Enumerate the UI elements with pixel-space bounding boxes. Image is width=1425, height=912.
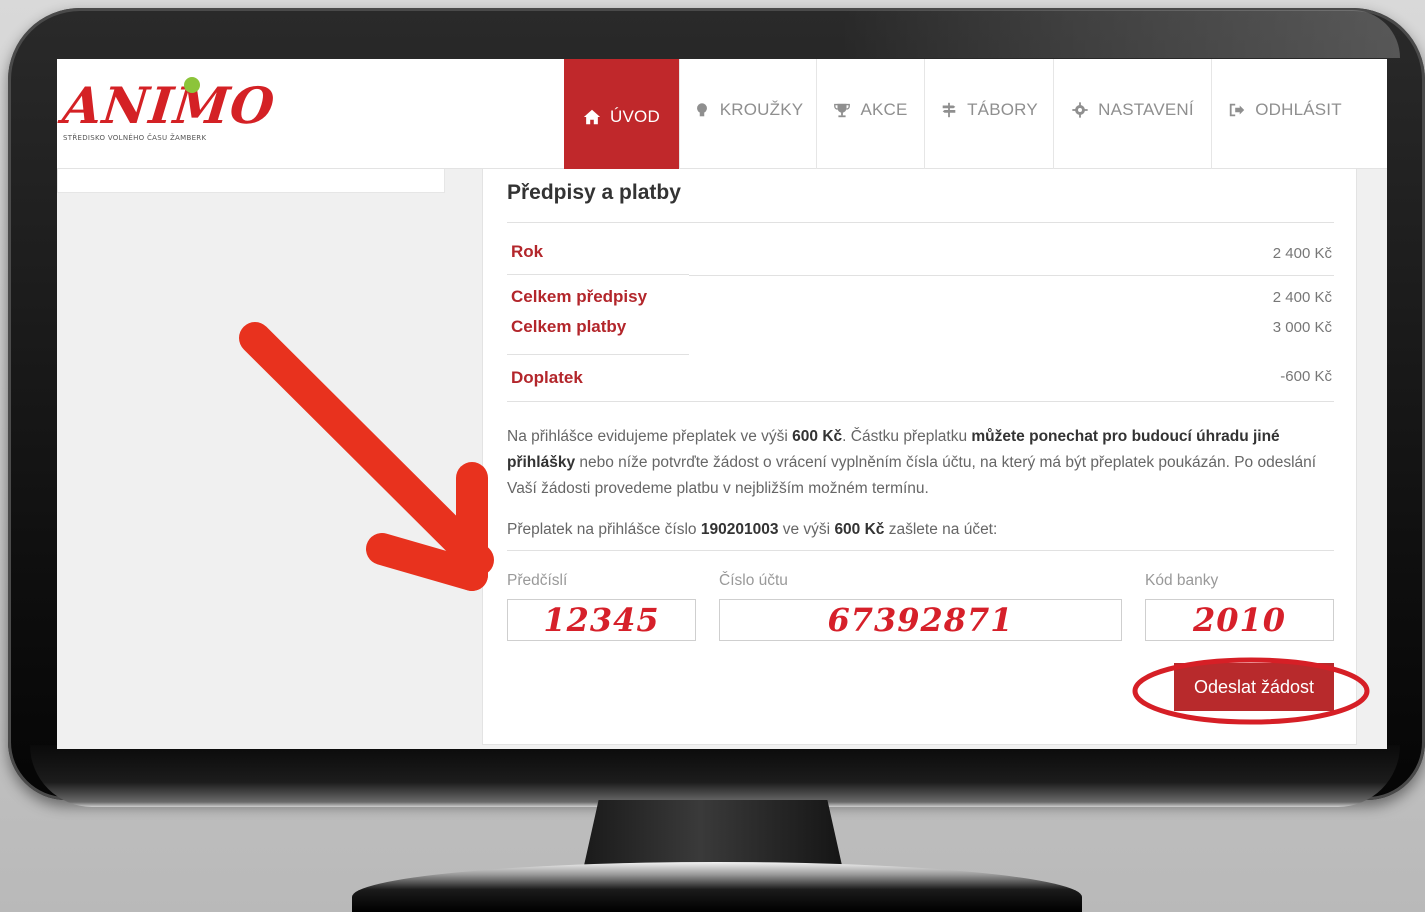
logo-wordmark: ANIMO — [59, 76, 278, 135]
nav-label: ÚVOD — [610, 107, 660, 126]
main-nav: ÚVOD KROUŽKY AKCE TÁBORY NASTAVENÍ ODHLÁ… — [564, 59, 1358, 169]
nav-label: ODHLÁSIT — [1255, 100, 1342, 119]
nav-item-akce[interactable]: AKCE — [816, 59, 924, 169]
monitor-stand-base — [352, 862, 1082, 912]
account-number-input[interactable]: 67392871 — [719, 599, 1122, 641]
row-value-doplatek: -600 Kč — [1280, 368, 1332, 385]
nav-item-odhlasit[interactable]: ODHLÁSIT — [1211, 59, 1358, 169]
site-header: ANIMO STŘEDISKO VOLNÉHO ČASU ŽAMBERK ÚVO… — [57, 59, 1387, 169]
sidebar-strip — [57, 169, 445, 193]
nav-label: AKCE — [860, 100, 908, 119]
nav-item-krouzky[interactable]: KROUŽKY — [679, 59, 816, 169]
row-label-doplatek: Doplatek — [511, 368, 583, 387]
nav-label: TÁBORY — [967, 100, 1038, 119]
prefix-input[interactable]: 12345 — [507, 599, 696, 641]
sign-out-icon — [1228, 101, 1246, 119]
bezel-glare — [840, 10, 1400, 58]
brand-logo[interactable]: ANIMO STŘEDISKO VOLNÉHO ČASU ŽAMBERK — [59, 76, 278, 142]
logo-subtitle: STŘEDISKO VOLNÉHO ČASU ŽAMBERK — [63, 134, 207, 142]
row-value-celkem-predpisy: 2 400 Kč — [1272, 289, 1332, 306]
divider — [507, 401, 1334, 402]
row-label-rok: Rok — [511, 242, 544, 261]
signpost-icon — [940, 101, 958, 119]
monitor-stand-neck — [583, 800, 843, 870]
nav-label: KROUŽKY — [719, 100, 804, 119]
lightbulb-icon — [693, 101, 711, 119]
overpayment-info: Na přihlášce evidujeme přeplatek ve výši… — [507, 428, 1317, 497]
account-number-label: Číslo účtu — [719, 572, 788, 589]
gear-icon — [1071, 101, 1089, 119]
nav-item-tabory[interactable]: TÁBORY — [924, 59, 1053, 169]
bank-code-label: Kód banky — [1145, 572, 1219, 589]
monitor-bottom-rim — [30, 745, 1400, 807]
logo-green-dot — [184, 77, 200, 93]
home-icon — [583, 108, 601, 126]
trophy-icon — [833, 101, 851, 119]
divider — [689, 275, 1334, 276]
row-label-celkem-platby: Celkem platby — [511, 317, 627, 336]
submit-request-button[interactable]: Odeslat žádost — [1174, 663, 1334, 711]
nav-item-uvod[interactable]: ÚVOD — [564, 59, 679, 169]
row-label-celkem-predpisy: Celkem předpisy — [511, 287, 648, 306]
row-value-celkem-platby: 3 000 Kč — [1272, 319, 1332, 336]
refund-instruction: Přeplatek na přihlášce číslo 190201003 v… — [507, 521, 998, 538]
bank-code-input[interactable]: 2010 — [1145, 599, 1334, 641]
divider — [507, 222, 1334, 223]
divider — [507, 274, 689, 275]
row-value-rok: 2 400 Kč — [1272, 245, 1332, 262]
payments-panel: Předpisy a platby Rok 2 400 Kč Celkem př… — [482, 169, 1357, 745]
divider — [507, 550, 1334, 551]
nav-item-nastaveni[interactable]: NASTAVENÍ — [1053, 59, 1211, 169]
panel-title: Předpisy a platby — [507, 181, 681, 204]
nav-label: NASTAVENÍ — [1098, 100, 1194, 119]
divider — [507, 354, 689, 355]
monitor-screen: ANIMO STŘEDISKO VOLNÉHO ČASU ŽAMBERK ÚVO… — [57, 59, 1387, 749]
prefix-label: Předčíslí — [507, 572, 568, 589]
